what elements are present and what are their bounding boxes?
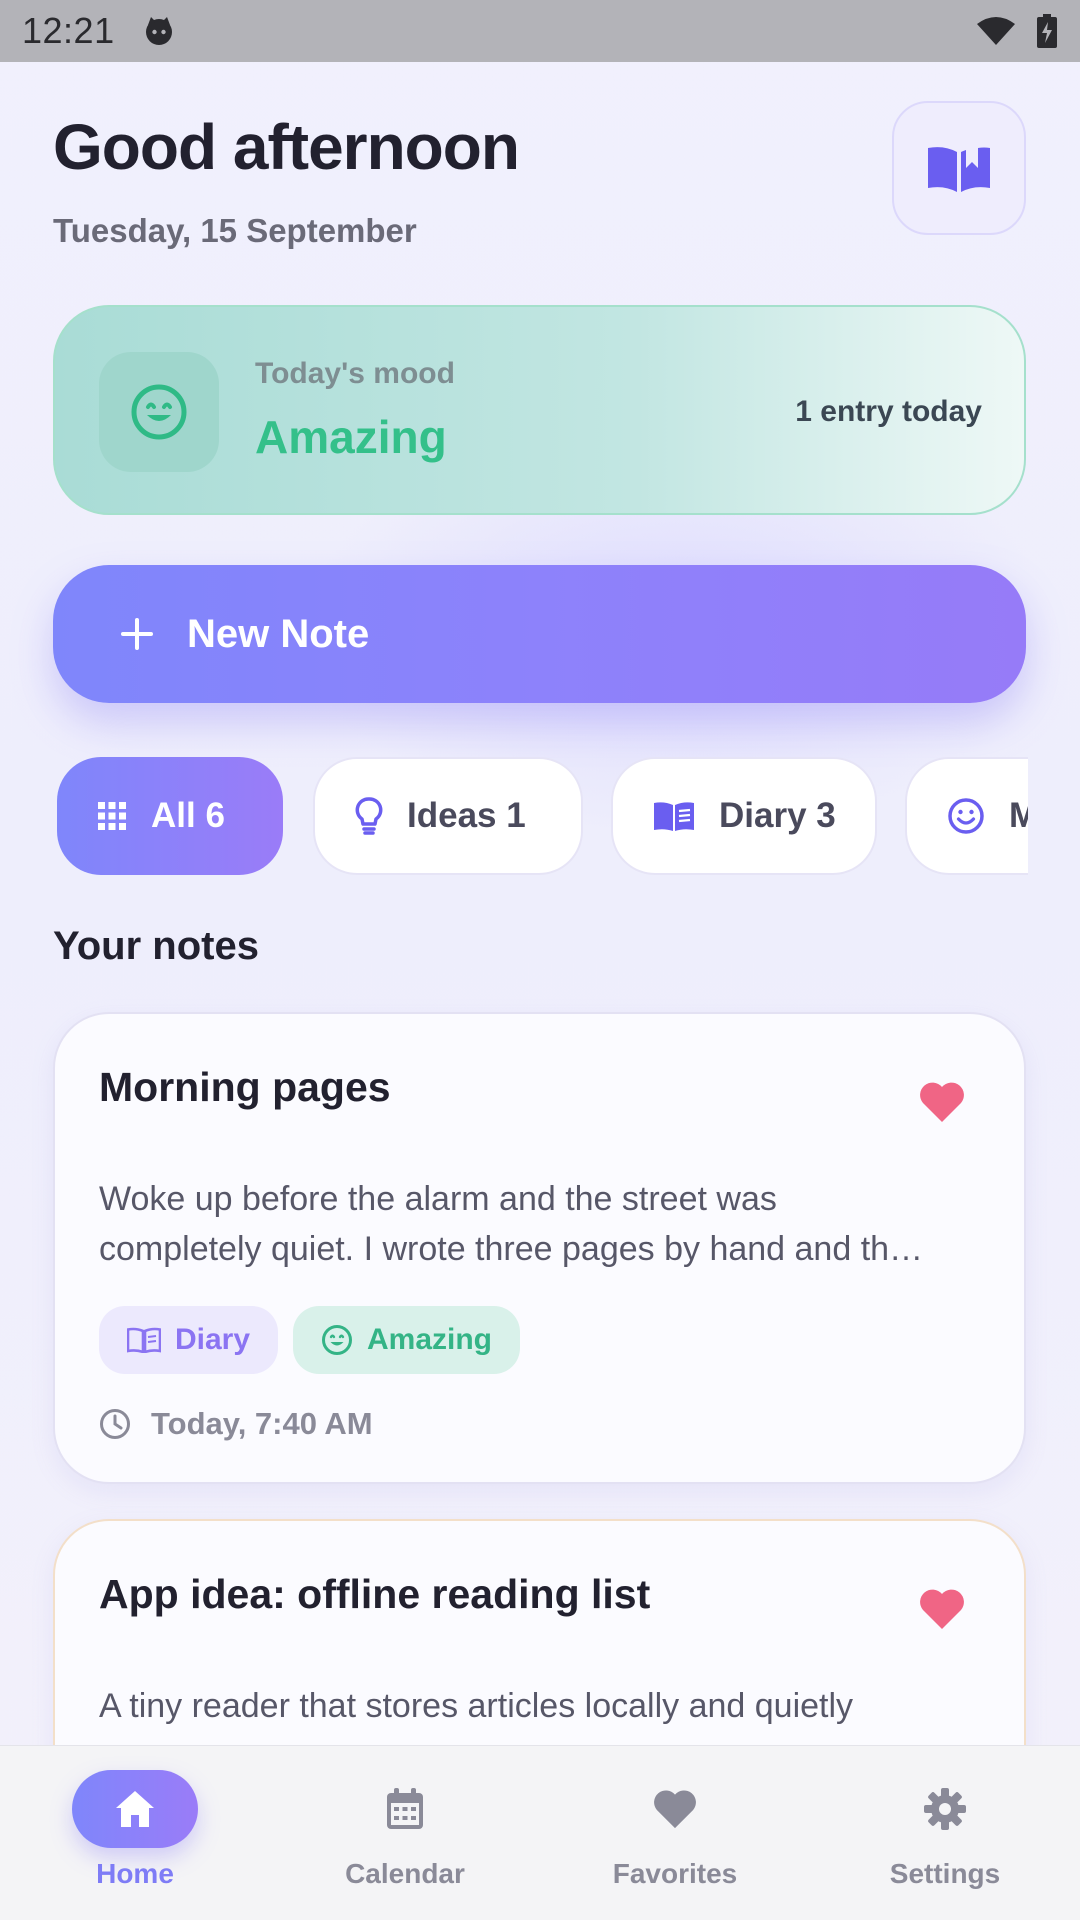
note-card[interactable]: Morning pages Woke up before the alarm a… bbox=[53, 1012, 1026, 1484]
status-bar: 12:21 bbox=[0, 0, 1080, 62]
note-preview: A tiny reader that stores articles local… bbox=[99, 1681, 979, 1731]
status-time: 12:21 bbox=[22, 10, 115, 51]
note-preview-line: completely quiet. I wrote three pages by… bbox=[99, 1230, 924, 1268]
cat-face-icon bbox=[145, 17, 172, 45]
bottom-navigation: Home Calendar Favorites Settings bbox=[0, 1745, 1080, 1920]
mood-tag-label: Amazing bbox=[367, 1323, 493, 1356]
wifi-icon bbox=[977, 17, 1015, 45]
nav-label: Home bbox=[96, 1858, 174, 1889]
nav-label: Favorites bbox=[612, 1858, 738, 1889]
favorite-heart-icon[interactable] bbox=[918, 1587, 966, 1631]
filter-chip-mood[interactable]: M bbox=[905, 757, 1028, 875]
category-tag: Diary bbox=[99, 1306, 279, 1374]
nav-icon-container bbox=[72, 1770, 198, 1848]
smiley-icon bbox=[131, 384, 187, 440]
gear-icon bbox=[924, 1788, 966, 1830]
note-time-label: Today, 7:40 AM bbox=[151, 1406, 373, 1441]
battery-charging-icon bbox=[1037, 14, 1057, 48]
new-note-label: New Note bbox=[187, 611, 370, 656]
filter-chip-label: M bbox=[1009, 796, 1028, 835]
clock-icon bbox=[100, 1409, 130, 1439]
filter-chip-label: Ideas 1 bbox=[407, 796, 526, 835]
nav-label: Settings bbox=[889, 1858, 1001, 1889]
mood-entry-count: 1 entry today bbox=[795, 395, 982, 428]
plus-icon bbox=[121, 618, 153, 650]
book-icon bbox=[127, 1327, 161, 1353]
note-timestamp: Today, 7:40 AM bbox=[99, 1406, 373, 1442]
nav-icon-container bbox=[342, 1770, 468, 1848]
favorite-heart-icon[interactable] bbox=[918, 1080, 966, 1124]
mood-value: Amazing bbox=[255, 411, 447, 463]
mood-card[interactable]: Today's mood Amazing 1 entry today bbox=[53, 305, 1026, 515]
heart-icon bbox=[654, 1790, 696, 1829]
smiley-icon bbox=[322, 1325, 352, 1355]
calendar-icon bbox=[387, 1788, 423, 1829]
book-icon bbox=[654, 802, 694, 831]
filter-chip-all[interactable]: All 6 bbox=[57, 757, 283, 875]
note-preview-line: Woke up before the alarm and the street … bbox=[99, 1180, 777, 1218]
mood-icon-box bbox=[99, 352, 219, 472]
filter-chip-label: Diary 3 bbox=[719, 796, 836, 835]
new-note-button[interactable]: New Note bbox=[53, 565, 1026, 703]
greeting-title: Good afternoon bbox=[53, 111, 520, 183]
filter-chip-ideas[interactable]: Ideas 1 bbox=[313, 757, 583, 875]
smiley-icon bbox=[948, 798, 984, 834]
nav-item-calendar[interactable]: Calendar bbox=[270, 1746, 540, 1920]
nav-item-home[interactable]: Home bbox=[0, 1746, 270, 1920]
filter-chip-label: All 6 bbox=[151, 796, 225, 835]
mood-tag: Amazing bbox=[293, 1306, 521, 1374]
note-preview: Woke up before the alarm and the street … bbox=[99, 1174, 979, 1274]
lightbulb-icon bbox=[355, 797, 383, 835]
nav-item-favorites[interactable]: Favorites bbox=[540, 1746, 810, 1920]
journal-button[interactable] bbox=[892, 101, 1026, 235]
section-title: Your notes bbox=[53, 924, 259, 968]
nav-icon-container bbox=[612, 1770, 738, 1848]
nav-icon-container bbox=[882, 1770, 1008, 1848]
status-icons bbox=[976, 14, 1058, 48]
mood-label: Today's mood bbox=[255, 357, 455, 390]
filter-chips: All 6 Ideas 1 Diary 3 M bbox=[53, 755, 1028, 877]
filter-chip-diary[interactable]: Diary 3 bbox=[611, 757, 877, 875]
grid-icon bbox=[98, 802, 126, 830]
note-title: App idea: offline reading list bbox=[99, 1571, 651, 1617]
category-tag-label: Diary bbox=[175, 1323, 251, 1356]
open-book-icon bbox=[928, 147, 990, 192]
date-subtitle: Tuesday, 15 September bbox=[53, 212, 417, 249]
nav-item-settings[interactable]: Settings bbox=[810, 1746, 1080, 1920]
note-preview-line: A tiny reader that stores articles local… bbox=[99, 1687, 854, 1725]
nav-label: Calendar bbox=[345, 1858, 465, 1889]
note-title: Morning pages bbox=[99, 1064, 391, 1110]
home-icon bbox=[116, 1791, 154, 1827]
